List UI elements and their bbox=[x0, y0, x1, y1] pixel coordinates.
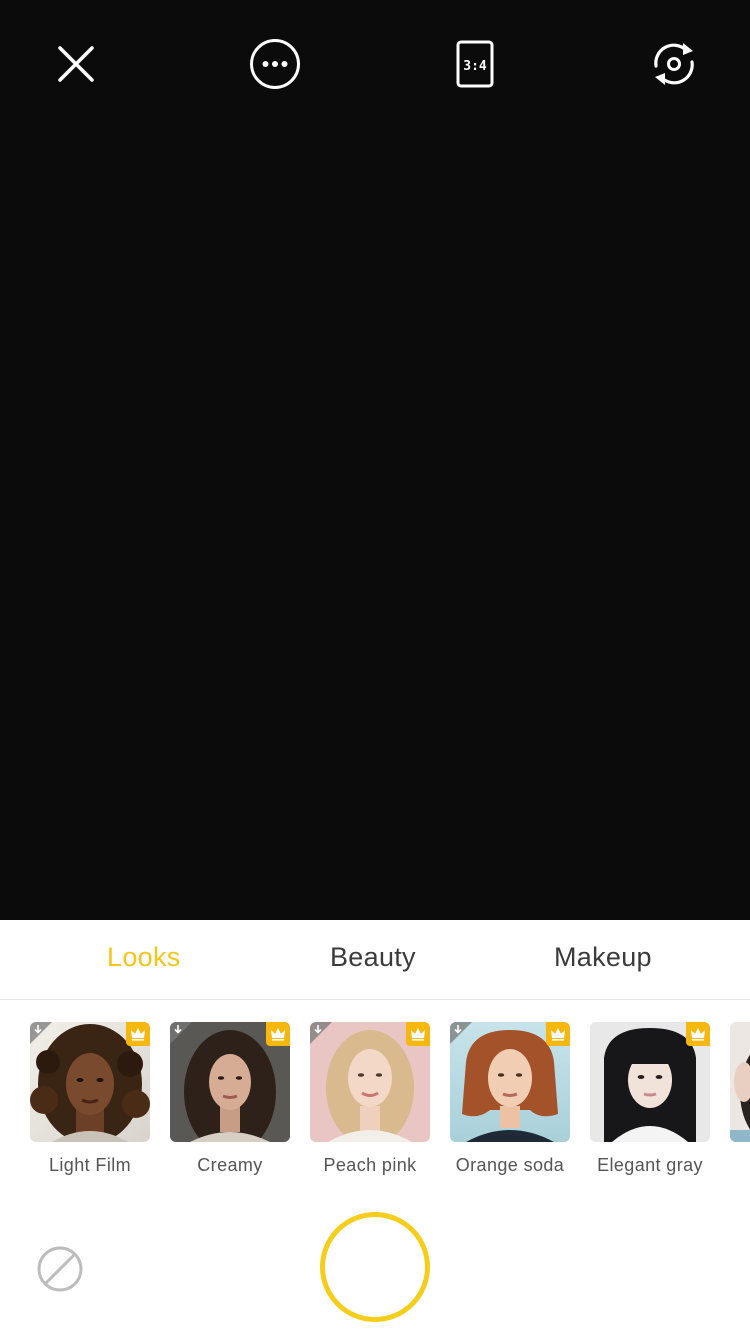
portrait-image bbox=[730, 1022, 750, 1142]
filter-thumbnail bbox=[590, 1022, 710, 1142]
crown-icon bbox=[411, 1028, 425, 1041]
premium-badge bbox=[126, 1022, 150, 1046]
aspect-ratio-label: 3:4 bbox=[463, 59, 487, 74]
shutter-button[interactable] bbox=[320, 1212, 430, 1322]
filter-item-peach-pink[interactable]: Peach pink bbox=[310, 1022, 430, 1176]
no-filter-icon bbox=[37, 1246, 83, 1292]
tab-beauty[interactable]: Beauty bbox=[330, 942, 416, 973]
filter-item-elegant-gray[interactable]: Elegant gray bbox=[590, 1022, 710, 1176]
aspect-ratio-icon: 3:4 bbox=[456, 40, 494, 88]
flip-camera-icon bbox=[654, 43, 694, 85]
flip-camera-button[interactable] bbox=[648, 38, 700, 90]
filter-thumbnail bbox=[310, 1022, 430, 1142]
tab-makeup[interactable]: Makeup bbox=[554, 942, 652, 973]
filter-item-light-film[interactable]: Light Film bbox=[30, 1022, 150, 1176]
premium-badge bbox=[546, 1022, 570, 1046]
filter-label: Peach pink bbox=[323, 1155, 417, 1175]
crown-icon bbox=[691, 1028, 705, 1041]
crown-icon bbox=[131, 1028, 145, 1041]
filter-thumbnail bbox=[730, 1022, 750, 1142]
close-button[interactable] bbox=[50, 38, 102, 90]
effects-panel: Looks Beauty Makeup Light Film Creamy Pe… bbox=[0, 920, 750, 1334]
download-icon bbox=[30, 1022, 52, 1044]
premium-badge bbox=[406, 1022, 430, 1046]
aspect-ratio-button[interactable]: 3:4 bbox=[449, 38, 501, 90]
filter-thumbnail bbox=[450, 1022, 570, 1142]
download-icon bbox=[310, 1022, 332, 1044]
close-icon bbox=[58, 46, 94, 82]
no-filter-button[interactable] bbox=[36, 1245, 84, 1293]
filter-label: Creamy bbox=[197, 1155, 263, 1175]
filter-item-creamy[interactable]: Creamy bbox=[170, 1022, 290, 1176]
tab-looks[interactable]: Looks bbox=[107, 942, 181, 973]
filter-label: Orange soda bbox=[455, 1155, 565, 1175]
crown-icon bbox=[271, 1028, 285, 1041]
filter-thumbnail bbox=[170, 1022, 290, 1142]
effect-tabs: Looks Beauty Makeup bbox=[0, 920, 750, 1000]
filter-label: Elegant gray bbox=[597, 1155, 703, 1175]
filter-thumbnail bbox=[30, 1022, 150, 1142]
download-icon bbox=[450, 1022, 472, 1044]
crown-icon bbox=[551, 1028, 565, 1041]
more-options-icon bbox=[250, 39, 300, 89]
filter-carousel[interactable]: Light Film Creamy Peach pink Orange soda… bbox=[0, 1000, 750, 1190]
camera-viewfinder[interactable]: 3:4 bbox=[0, 0, 750, 920]
premium-badge bbox=[266, 1022, 290, 1046]
premium-badge bbox=[686, 1022, 710, 1046]
filter-item-orange-soda[interactable]: Orange soda bbox=[450, 1022, 570, 1176]
filter-item-next[interactable] bbox=[730, 1022, 750, 1142]
download-icon bbox=[170, 1022, 192, 1044]
more-options-button[interactable] bbox=[249, 38, 301, 90]
filter-label: Light Film bbox=[48, 1155, 132, 1175]
